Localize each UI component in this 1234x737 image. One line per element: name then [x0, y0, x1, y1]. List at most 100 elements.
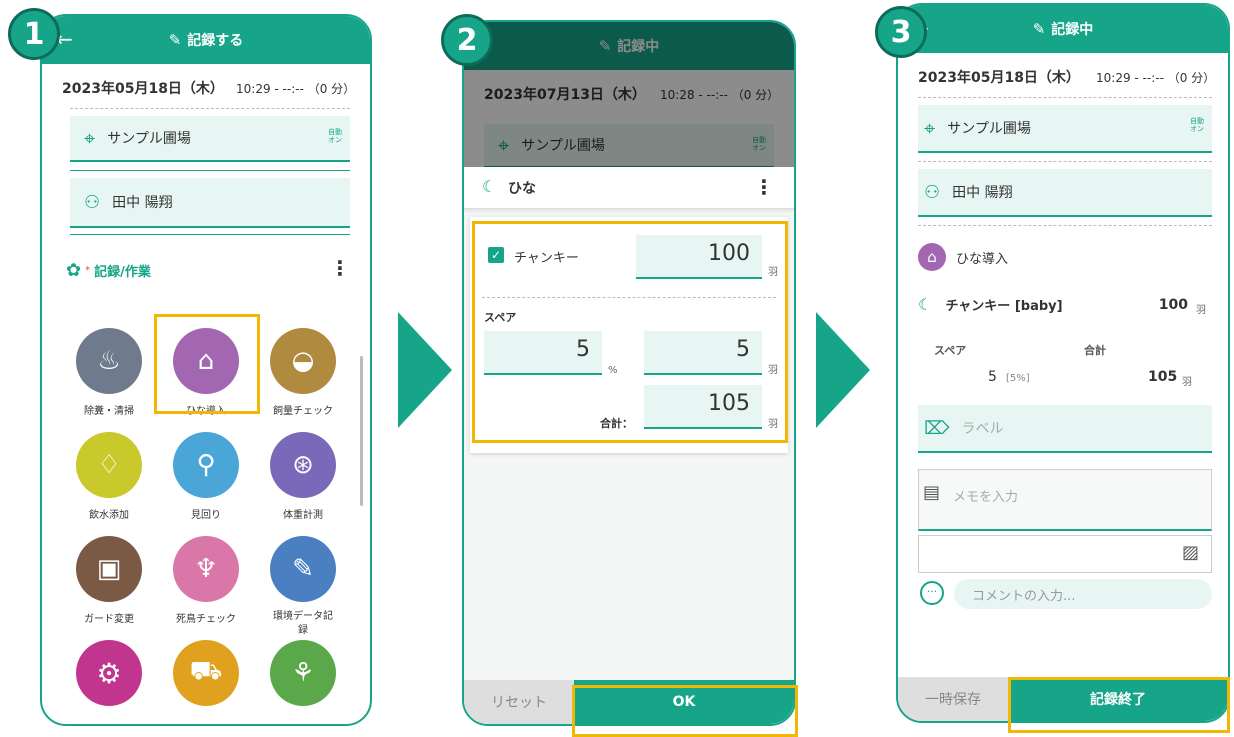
pencil-icon: ✎ [1032, 20, 1046, 38]
header-title: 記録中 [1051, 22, 1094, 38]
phone-screen-recording: ← ✎ 記録中 2023年05月18日（木） 10:29 - --:-- （0 … [896, 3, 1230, 723]
task-label: ガード変更 [84, 614, 134, 625]
step-badge-1: 1 [8, 8, 60, 60]
task-item-water-additive[interactable]: ♢ 飲水添加 [64, 432, 154, 521]
user-name: 田中 陽翔 [952, 185, 1013, 201]
next-arrow-2 [816, 312, 870, 428]
highlight-input-card [472, 221, 788, 443]
step-badge-3: 3 [875, 6, 927, 58]
water-drop-icon: ♢ [76, 432, 142, 498]
header-bar: ← ✎ 記録中 [898, 5, 1228, 53]
feed-bowl-icon: ◒ [270, 328, 336, 394]
magnifier-icon: ⚲ [173, 432, 239, 498]
save-temp-button[interactable]: 一時保存 [898, 677, 1008, 721]
task-label: 見回り [191, 510, 221, 521]
header-bar: ← ✎ 記録する [42, 16, 370, 64]
user-name: 田中 陽翔 [112, 195, 173, 211]
farm-name: サンプル圃場 [947, 121, 1031, 137]
walking-icon: ⚘ [270, 640, 336, 706]
spare-label: スペア [934, 344, 967, 357]
label-input[interactable]: ⌦ ラベル [918, 405, 1212, 453]
task-item-guard-change[interactable]: ▣ ガード変更 [64, 536, 154, 625]
more-options-icon[interactable]: ⋮ [330, 258, 350, 278]
header-title: 記録する [187, 33, 244, 49]
total-unit: 羽 [1182, 377, 1192, 388]
panel-header: ☾ ひな ⋮ [464, 167, 794, 209]
reset-button[interactable]: リセット [464, 680, 574, 724]
highlight-ok-button [572, 685, 798, 737]
phone-screen-record: ← ✎ 記録する 2023年05月18日（木） 10:29 - --:-- （0… [40, 14, 372, 726]
chick-icon: ☾ [918, 295, 933, 314]
farm-name: サンプル圃場 [107, 131, 191, 147]
truck-icon: ⛟ [173, 640, 239, 706]
scrollbar[interactable] [360, 356, 363, 506]
farm-field[interactable]: ⌖ サンプル圃場 自動 オン [918, 105, 1212, 153]
breed-count: 100 [1158, 297, 1188, 313]
thermometer-icon: ✎ [270, 536, 336, 602]
pencil-icon: ✎ [168, 31, 182, 49]
task-name: ひな導入 [956, 251, 1009, 267]
label-placeholder: ラベル [961, 421, 1004, 437]
memo-input[interactable]: ▤ メモを入力 [918, 469, 1212, 531]
task-item-dead-bird[interactable]: ♆ 死鳥チェック [161, 536, 251, 625]
next-arrow-1 [398, 312, 452, 428]
chick-icon: ☾ [482, 177, 497, 196]
farm-field[interactable]: ⌖ サンプル圃場 自動 オン [70, 116, 350, 162]
task-label: 飲水添加 [89, 510, 129, 521]
highlight-chick-intro [154, 314, 260, 414]
task-item-env-data[interactable]: ✎ 環境データ記録 [258, 536, 348, 638]
guard-icon: ▣ [76, 536, 142, 602]
record-date: 2023年05月18日（木） [918, 70, 1080, 86]
chat-bubble-icon: ··· [920, 581, 944, 605]
phone-screen-chick-dialog: ✎ 記録中 2023年07月13日（木） 10:28 - --:-- （0 分）… [462, 20, 796, 726]
cleaning-icon: ♨ [76, 328, 142, 394]
task-item-cleaning[interactable]: ♨ 除糞・清掃 [64, 328, 154, 417]
image-attach-icon[interactable]: ▨ [1182, 542, 1199, 563]
task-label: 環境データ記録 [273, 611, 333, 636]
record-time: 10:29 - --:-- （0 分） [1096, 71, 1216, 85]
document-icon: ▤ [923, 482, 941, 503]
task-row: ⌂ ひな導入 [918, 243, 1008, 271]
users-icon: ⚇ [924, 181, 941, 203]
auto-on-badge[interactable]: 自動 オン [328, 128, 342, 145]
task-label: 除糞・清掃 [84, 406, 134, 417]
users-icon: ⚇ [84, 191, 101, 213]
task-item-walk[interactable]: ⚘ [258, 640, 348, 714]
spare-value: 5 [988, 369, 997, 385]
section-title: 記録/作業 [94, 265, 151, 280]
task-item-feed-check[interactable]: ◒ 飼量チェック [258, 328, 348, 417]
total-value: 105 [1148, 369, 1178, 385]
task-label: 死鳥チェック [176, 614, 236, 625]
task-item-settings[interactable]: ⚙ [64, 640, 154, 714]
user-field[interactable]: ⚇ 田中 陽翔 [918, 169, 1212, 217]
attach-row: ▨ [918, 535, 1212, 573]
total-label: 合計 [1084, 344, 1106, 357]
task-label: 飼量チェック [273, 406, 333, 417]
spare-pct: [5%] [1006, 373, 1030, 384]
task-item-weight[interactable]: ⊛ 体重計測 [258, 432, 348, 521]
record-date: 2023年05月18日（木） [62, 81, 224, 97]
section-header: ✿ * 記録/作業 [66, 260, 151, 281]
task-item-transport[interactable]: ⛟ [161, 640, 251, 714]
breed-count-unit: 羽 [1196, 305, 1206, 316]
gear-icon: ⚙ [76, 640, 142, 706]
task-label: 体重計測 [283, 510, 323, 521]
breed-row: ☾ チャンキー [baby] 100 羽 [918, 295, 1214, 316]
step-badge-2: 2 [441, 14, 493, 66]
task-item-patrol[interactable]: ⚲ 見回り [161, 432, 251, 521]
breed-name: チャンキー [baby] [945, 299, 1063, 314]
location-icon: ⌖ [84, 126, 96, 150]
tag-icon: ⌦ [924, 417, 950, 439]
chick-panel: ☾ ひな ⋮ ✓ チャンキー 100 羽 スペア 5 % 5 羽 合計： 105… [464, 167, 794, 724]
user-field[interactable]: ⚇ 田中 陽翔 [70, 178, 350, 228]
more-options-icon[interactable]: ⋮ [754, 177, 774, 197]
dim-overlay [464, 22, 794, 167]
highlight-finish-button [1008, 677, 1230, 733]
location-icon: ⌖ [924, 116, 936, 140]
chick-house-icon: ⌂ [918, 243, 946, 271]
comment-input[interactable]: コメントの入力... [954, 579, 1212, 609]
auto-on-badge[interactable]: 自動 オン [1190, 117, 1204, 134]
scale-icon: ⊛ [270, 432, 336, 498]
hand-plant-icon: ✿ [66, 260, 82, 281]
record-time: 10:29 - --:-- （0 分） [236, 82, 356, 96]
